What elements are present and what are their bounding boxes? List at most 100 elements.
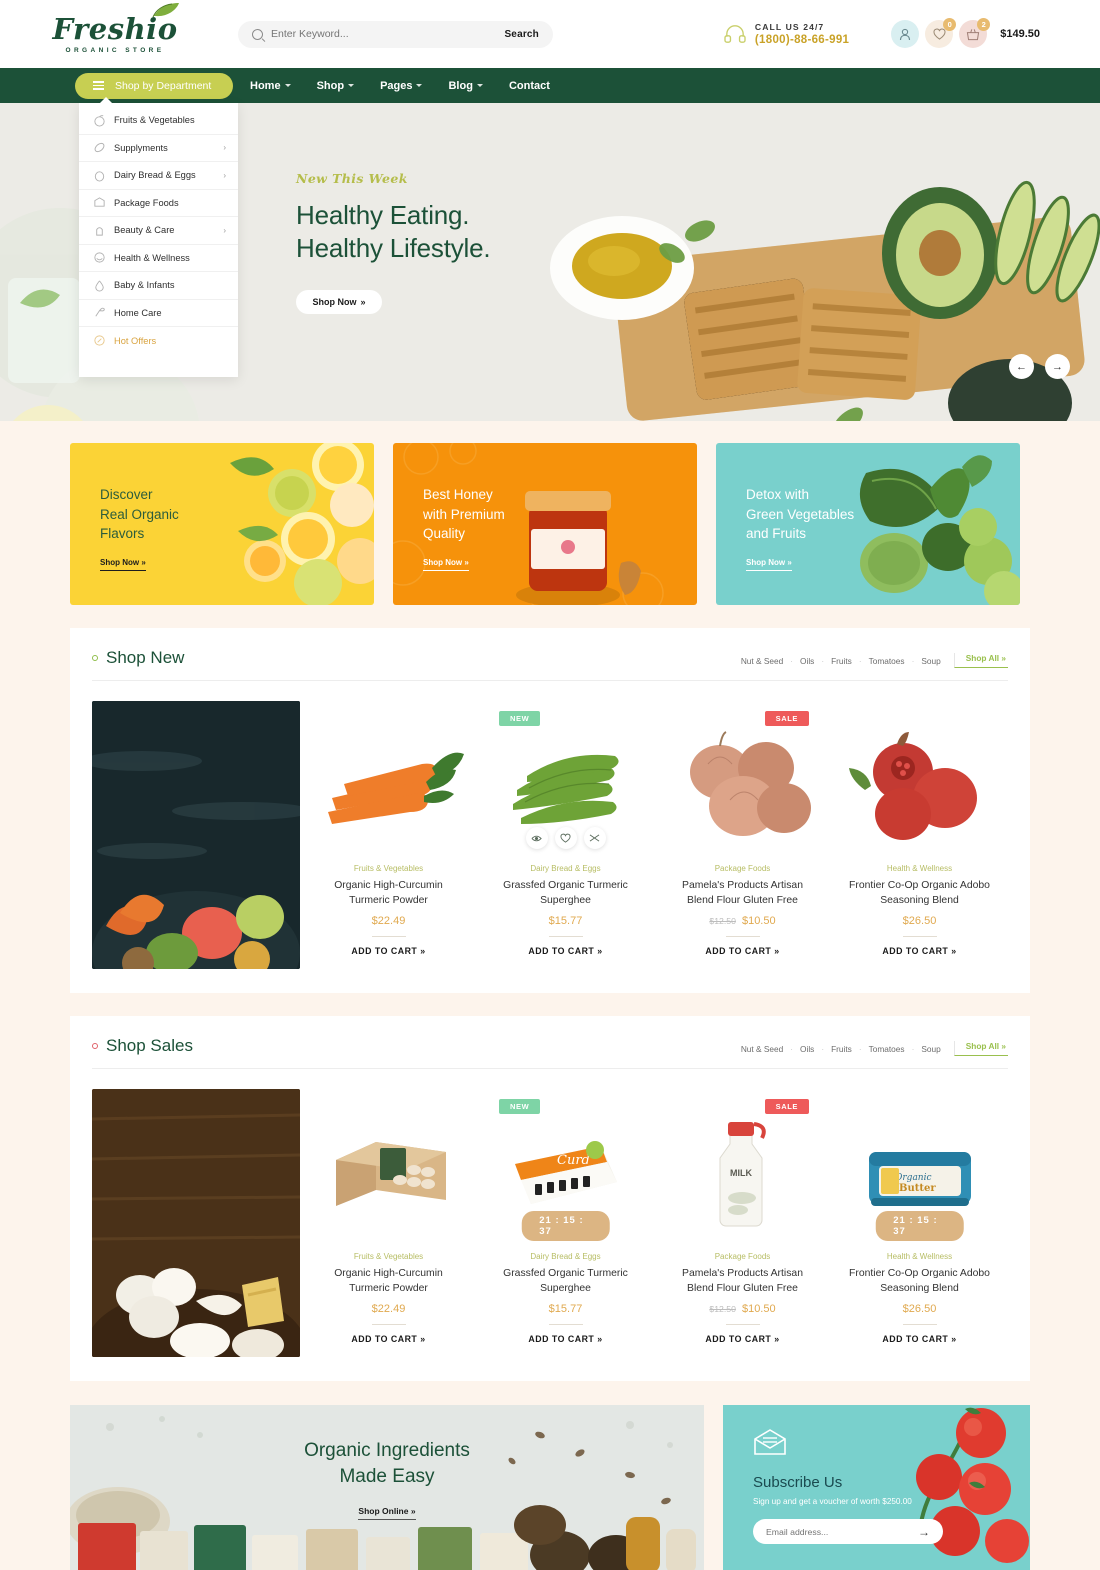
chevron-right-icon: › bbox=[223, 225, 226, 235]
dept-item-dairy-bread-eggs[interactable]: Dairy Bread & Eggs › bbox=[79, 162, 238, 190]
search-input[interactable] bbox=[271, 28, 505, 40]
product-name[interactable]: Grassfed Organic Turmeric Superghee bbox=[491, 1266, 641, 1296]
promo-title-line3: Quality bbox=[423, 526, 466, 542]
promo-shop-now-link[interactable]: Shop Now » bbox=[423, 558, 469, 571]
logo[interactable]: Freshio ORGANIC STORE bbox=[0, 2, 230, 54]
add-to-cart-button[interactable]: ADD TO CART » bbox=[351, 946, 425, 956]
product-name[interactable]: Frontier Co-Op Organic Adobo Seasoning B… bbox=[845, 1266, 995, 1296]
subscribe-card: Subscribe Us Sign up and get a voucher o… bbox=[723, 1405, 1030, 1570]
account-button[interactable] bbox=[891, 20, 920, 48]
dept-item-home-care[interactable]: Home Care bbox=[79, 300, 238, 327]
product-image[interactable]: NEW bbox=[477, 705, 654, 855]
add-to-cart-button[interactable]: ADD TO CART » bbox=[882, 1334, 956, 1344]
filter-fruits[interactable]: Fruits bbox=[831, 656, 852, 666]
product-name[interactable]: Organic High-Curcumin Turmeric Powder bbox=[314, 1266, 464, 1296]
season-discount-promo[interactable]: Season Discount $29.99 Delivery of Dry G… bbox=[92, 1089, 300, 1357]
product-name[interactable]: Pamela's Products Artisan Blend Flour Gl… bbox=[668, 1266, 818, 1296]
organic-title: Organic Ingredients Made Easy bbox=[304, 1438, 470, 1489]
nav-item-shop[interactable]: Shop bbox=[317, 80, 355, 92]
compare-icon[interactable] bbox=[583, 827, 606, 849]
add-to-cart-button[interactable]: ADD TO CART » bbox=[705, 946, 779, 956]
submit-arrow-icon[interactable]: → bbox=[918, 1525, 930, 1539]
product-name[interactable]: Organic High-Curcumin Turmeric Powder bbox=[314, 878, 464, 908]
summer-sale-promo[interactable]: Summer Sale 50% Off All Fruits Products bbox=[92, 701, 300, 969]
filter-soup[interactable]: Soup bbox=[921, 1044, 940, 1054]
dept-item-package-foods[interactable]: Package Foods bbox=[79, 190, 238, 217]
add-to-cart-button[interactable]: ADD TO CART » bbox=[882, 946, 956, 956]
carousel-prev-button[interactable]: ← bbox=[1009, 354, 1034, 379]
add-to-cart-button[interactable]: ADD TO CART » bbox=[528, 946, 602, 956]
divider bbox=[548, 1324, 583, 1326]
filter-tomatoes[interactable]: Tomatoes bbox=[869, 1044, 905, 1054]
filter-nut-seed[interactable]: Nut & Seed bbox=[741, 656, 783, 666]
add-to-cart-button[interactable]: ADD TO CART » bbox=[528, 1334, 602, 1344]
product-name[interactable]: Frontier Co-Op Organic Adobo Seasoning B… bbox=[845, 878, 995, 908]
product-image[interactable]: SALE bbox=[654, 705, 831, 855]
product-card: Organic Butter 21 : 15 : 37 Health & Wel… bbox=[831, 1089, 1008, 1357]
shop-all-link[interactable]: Shop All » bbox=[953, 653, 1008, 668]
product-name[interactable]: Pamela's Products Artisan Blend Flour Gl… bbox=[668, 878, 818, 908]
hero-button-label: Shop Now bbox=[312, 296, 357, 307]
cart-button[interactable]: 2 bbox=[959, 18, 991, 48]
promo-banner-best-honey[interactable]: Best Honey with Premium Quality Shop Now… bbox=[393, 443, 697, 605]
dept-item-fruits-vegetables[interactable]: Fruits & Vegetables bbox=[79, 107, 238, 135]
dept-label: Health & Wellness bbox=[114, 252, 190, 263]
filter-oils[interactable]: Oils bbox=[800, 1044, 814, 1054]
product-image[interactable]: SALE MILK bbox=[654, 1093, 831, 1243]
dept-item-beauty-care[interactable]: Beauty & Care › bbox=[79, 217, 238, 245]
product-image[interactable]: NEW Curd 21 : 15 : 37 bbox=[477, 1093, 654, 1243]
quick-view-icon[interactable] bbox=[525, 827, 548, 849]
filter-soup[interactable]: Soup bbox=[921, 656, 940, 666]
nav-item-contact[interactable]: Contact bbox=[509, 80, 550, 92]
wishlist-button[interactable]: 0 bbox=[925, 18, 957, 48]
filter-tomatoes[interactable]: Tomatoes bbox=[869, 656, 905, 666]
dept-item-health-wellness[interactable]: Health & Wellness bbox=[79, 245, 238, 272]
promo-shop-now-link[interactable]: Shop Now » bbox=[746, 558, 792, 571]
product-image[interactable] bbox=[300, 705, 477, 855]
divider bbox=[725, 1324, 760, 1326]
promo-banner-organic-flavors[interactable]: Discover Real Organic Flavors Shop Now » bbox=[70, 443, 374, 605]
promo-shop-now-link[interactable]: Shop Now » bbox=[100, 558, 146, 571]
dept-item-baby-infants[interactable]: Baby & Infants bbox=[79, 272, 238, 300]
shop-by-department-button[interactable]: Shop by Department bbox=[75, 72, 233, 99]
nav-item-pages[interactable]: Pages bbox=[380, 80, 423, 92]
email-input[interactable] bbox=[766, 1526, 918, 1537]
hero-shop-now-button[interactable]: Shop Now» bbox=[296, 289, 382, 314]
product-name[interactable]: Grassfed Organic Turmeric Superghee bbox=[491, 878, 641, 908]
promo-banner-detox-greens[interactable]: Detox with Green Vegetables and Fruits S… bbox=[716, 443, 1020, 605]
shop-online-link[interactable]: Shop Online » bbox=[358, 1506, 416, 1521]
divider bbox=[371, 936, 406, 938]
filter-fruits[interactable]: Fruits bbox=[831, 1044, 852, 1054]
product-category: Package Foods bbox=[714, 864, 771, 873]
wishlist-icon[interactable] bbox=[554, 827, 577, 849]
dept-item-supplyments[interactable]: Supplyments › bbox=[79, 135, 238, 162]
organic-ingredients-card[interactable]: Organic Ingredients Made Easy Shop Onlin… bbox=[70, 1405, 704, 1570]
filter-oils[interactable]: Oils bbox=[800, 656, 814, 666]
call-number[interactable]: (1800)-88-66-991 bbox=[755, 34, 849, 46]
search-button[interactable]: Search bbox=[504, 29, 539, 40]
product-card: NEW Curd 21 : 15 : 37 Dairy Bread & Eggs… bbox=[477, 1089, 654, 1357]
product-current-price: $22.49 bbox=[371, 1303, 406, 1316]
product-card: NEW Dairy Bread & Eggs Grassfed Organic … bbox=[477, 701, 654, 969]
product-price: $26.50 bbox=[903, 915, 937, 927]
nav-item-home[interactable]: Home bbox=[250, 80, 291, 92]
add-to-cart-button[interactable]: ADD TO CART » bbox=[351, 1334, 425, 1344]
product-image[interactable]: Organic Butter 21 : 15 : 37 bbox=[831, 1093, 1008, 1243]
dept-label: Beauty & Care bbox=[114, 225, 175, 236]
chevron-right-icon: › bbox=[223, 170, 226, 180]
shop-all-link[interactable]: Shop All » bbox=[953, 1041, 1008, 1056]
product-image[interactable] bbox=[831, 705, 1008, 855]
product-price: $26.50 bbox=[903, 1303, 937, 1315]
carousel-next-button[interactable]: → bbox=[1045, 354, 1070, 379]
add-to-cart-button[interactable]: ADD TO CART » bbox=[705, 1334, 779, 1344]
product-image[interactable] bbox=[300, 1093, 477, 1243]
search-bar[interactable]: Search bbox=[238, 20, 553, 48]
product-grid: Fruits & Vegetables Organic High-Curcumi… bbox=[300, 1089, 1008, 1357]
egg-box-image bbox=[335, 1142, 446, 1206]
dept-label: Supplyments bbox=[114, 142, 168, 153]
nav-item-blog[interactable]: Blog bbox=[448, 80, 483, 92]
dept-item-hot-offers[interactable]: Hot Offers bbox=[79, 327, 238, 355]
wishlist-badge: 0 bbox=[943, 18, 957, 31]
product-price: $22.49 bbox=[372, 1303, 406, 1315]
filter-nut-seed[interactable]: Nut & Seed bbox=[741, 1044, 783, 1054]
